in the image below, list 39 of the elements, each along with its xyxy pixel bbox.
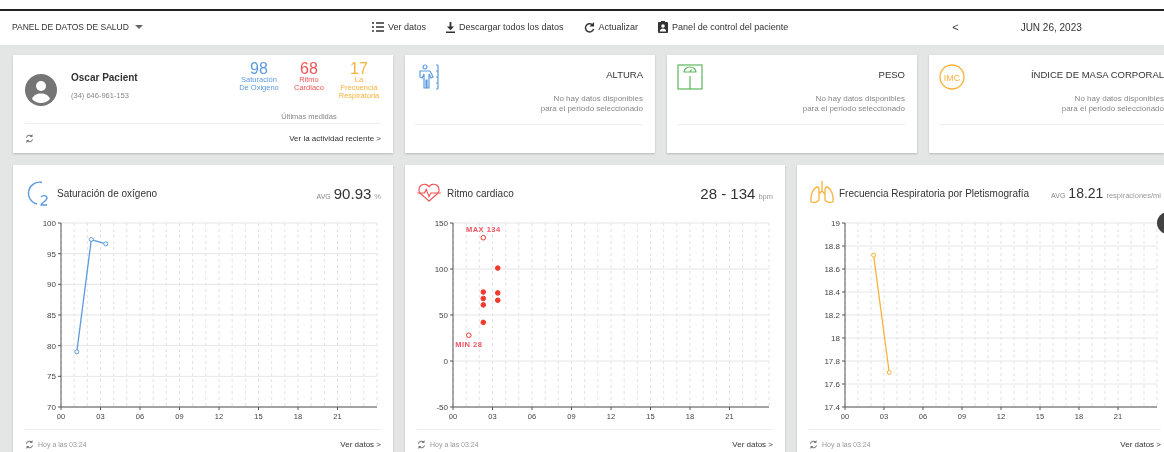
no-data-message: No hay datos disponibles para el periodo seleccionado <box>802 94 905 114</box>
y-tick-label: -50 <box>436 403 448 412</box>
y-tick-label: 18.6 <box>824 265 840 274</box>
y-tick-label: 17.8 <box>824 357 840 366</box>
measurement-title: ALTURA <box>606 69 643 80</box>
stat-value: 18.21 <box>1068 185 1104 201</box>
measurement-title: PESO <box>878 69 905 80</box>
y-tick-label: 17.6 <box>824 380 840 389</box>
measurement-title: ÍNDICE DE MASA CORPORAL <box>1030 69 1164 80</box>
y-tick-label: 18.4 <box>824 288 840 297</box>
bmi-icon: IMC <box>939 64 965 90</box>
y-tick-label: 150 <box>434 219 448 228</box>
metric-value: 68 <box>300 61 318 76</box>
y-tick-label: 100 <box>42 219 56 228</box>
no-data-message: No hay datos disponibles para el periodo seleccionado <box>540 94 643 114</box>
y-tick-label: 18 <box>831 334 840 343</box>
y-tick-label: 90 <box>47 280 56 290</box>
y-tick-label: 95 <box>47 249 56 259</box>
y-tick-label: 80 <box>47 341 56 351</box>
y-tick-label: 70 <box>47 403 56 412</box>
stat-value: 90.93 <box>333 184 372 202</box>
chart-title: Saturación de oxígeno <box>57 187 158 199</box>
y-tick-label: 85 <box>47 311 56 320</box>
y-tick-label: 0 <box>443 357 448 366</box>
no-data-message: No hay datos disponibles para el periodo seleccionado <box>1061 94 1164 114</box>
y-tick-label: 100 <box>434 265 448 274</box>
y-tick-label: 18.2 <box>824 311 840 320</box>
chart-title: Ritmo cardiaco <box>447 187 514 199</box>
stat-value: 28 - 134 <box>700 184 756 202</box>
chart-title: Frecuencia Respiratoria por Pletismografía <box>839 187 1030 199</box>
y-tick-label: 19 <box>831 219 840 228</box>
y-tick-label: 17.4 <box>824 403 840 412</box>
metric-value: 98 <box>250 61 268 76</box>
patient-name: Oscar Pacient <box>71 72 139 83</box>
y-tick-label: 50 <box>439 311 448 320</box>
date-label: JUN 26, 2023 <box>1020 21 1082 33</box>
y-tick-label: 75 <box>47 372 56 382</box>
metric-value: 17 <box>350 61 368 76</box>
y-tick-label: 18.8 <box>824 242 840 251</box>
